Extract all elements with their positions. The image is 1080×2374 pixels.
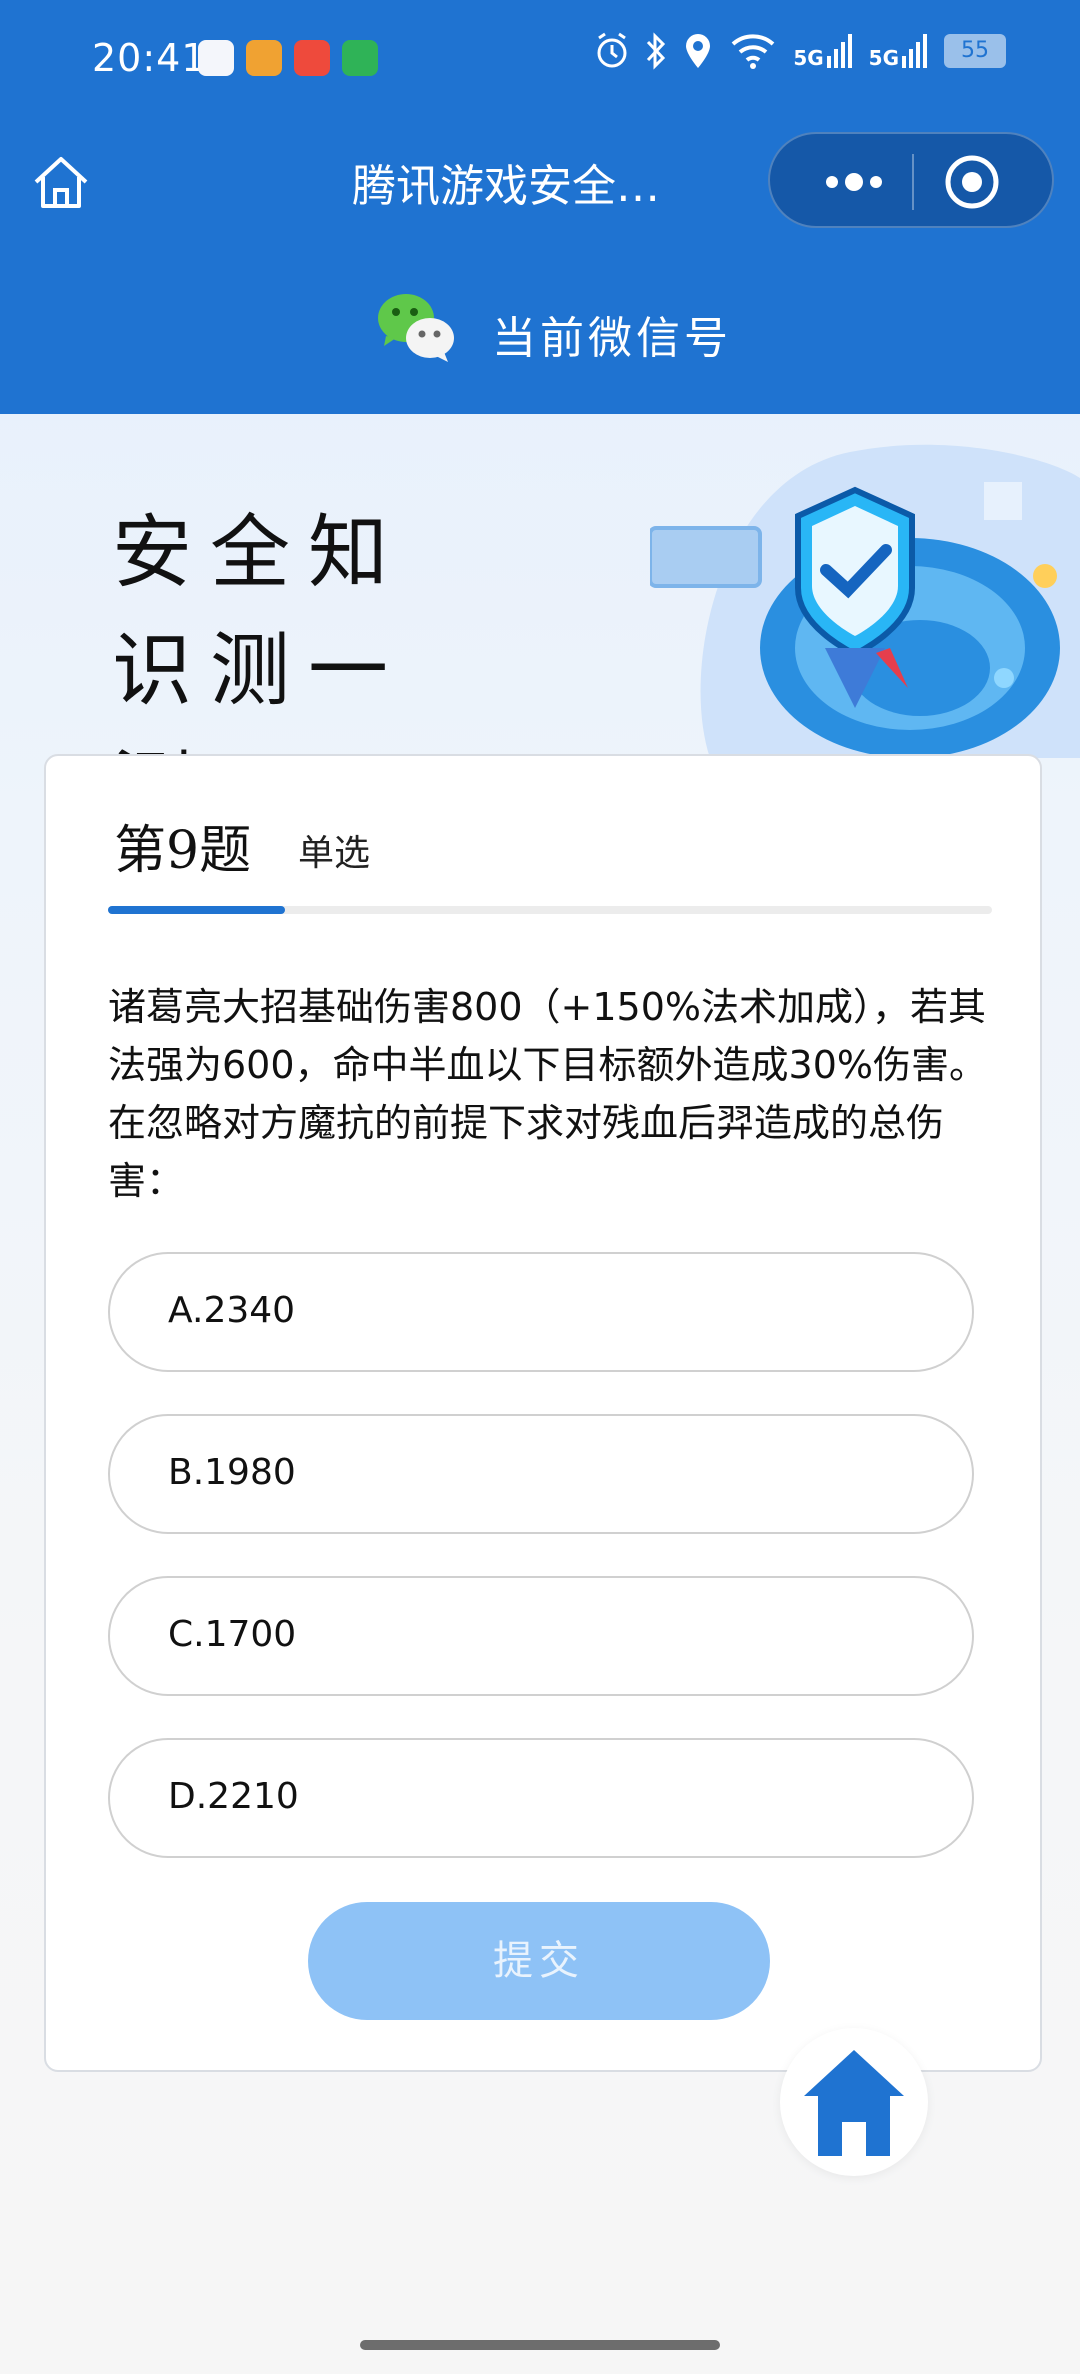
- home-icon[interactable]: [28, 150, 94, 216]
- home-float-icon: [804, 2050, 904, 2156]
- signal-5g-1: 5G: [793, 34, 852, 68]
- option-label: A.2340: [168, 1290, 296, 1331]
- question-text: 诸葛亮大招基础伤害800（+150%法术加成），若其法强为600，命中半血以下目…: [108, 985, 987, 1203]
- submit-button[interactable]: 提交: [308, 1902, 770, 2020]
- wechat-icon: [378, 294, 454, 362]
- option-a[interactable]: A.2340: [108, 1252, 974, 1372]
- location-icon: [686, 34, 711, 68]
- app-notification-icon: [342, 40, 378, 76]
- option-label: B.1980: [168, 1452, 296, 1493]
- progress-fill: [108, 906, 285, 914]
- signal-5g-2: 5G: [869, 34, 928, 68]
- notification-icons: [198, 40, 378, 76]
- alarm-icon: [597, 32, 627, 68]
- question-number: 第9题: [114, 821, 252, 881]
- bluetooth-icon: [647, 32, 666, 70]
- status-indicators: 5G 5G 55: [595, 32, 1006, 70]
- home-float-button[interactable]: [780, 2028, 928, 2176]
- signal-bars-icon: [902, 34, 927, 68]
- option-d[interactable]: D.2210: [108, 1738, 974, 1858]
- gesture-bar[interactable]: [360, 2340, 720, 2350]
- option-b[interactable]: B.1980: [108, 1414, 974, 1534]
- signal-label: 5G: [868, 46, 899, 70]
- app-notification-icon: [246, 40, 282, 76]
- current-account: 当前微信号: [0, 280, 1080, 380]
- account-label: 当前微信号: [492, 313, 732, 364]
- mini-program-capsule: [768, 132, 1054, 228]
- progress-bar: [108, 906, 992, 914]
- question-type: 单选: [298, 833, 371, 874]
- page-title: 腾讯游戏安全…: [352, 161, 660, 212]
- status-time: 20:41: [92, 36, 207, 80]
- more-icon[interactable]: [798, 156, 910, 208]
- signal-bars-icon: [826, 34, 852, 68]
- app-notification-icon: [294, 40, 330, 76]
- capsule-divider: [912, 154, 914, 210]
- app-notification-icon: [198, 40, 234, 76]
- status-bar: 20:41 5G 5G 55: [0, 0, 1080, 120]
- option-label: D.2210: [168, 1776, 299, 1817]
- header: 20:41 5G 5G 55 腾讯游戏安全… 当前微信号: [0, 0, 1080, 414]
- option-label: C.1700: [168, 1614, 297, 1655]
- wifi-icon: [731, 34, 775, 69]
- battery-indicator: 55: [944, 34, 1006, 68]
- signal-label: 5G: [793, 46, 824, 70]
- banner-title: 安全知识测一测: [112, 506, 406, 756]
- close-target-icon[interactable]: [940, 150, 1004, 214]
- question-card: 第9题 单选 诸葛亮大招基础伤害800（+150%法术加成），若其法强为600，…: [44, 754, 1042, 2072]
- security-shield-illustration: [650, 444, 1080, 758]
- option-c[interactable]: C.1700: [108, 1576, 974, 1696]
